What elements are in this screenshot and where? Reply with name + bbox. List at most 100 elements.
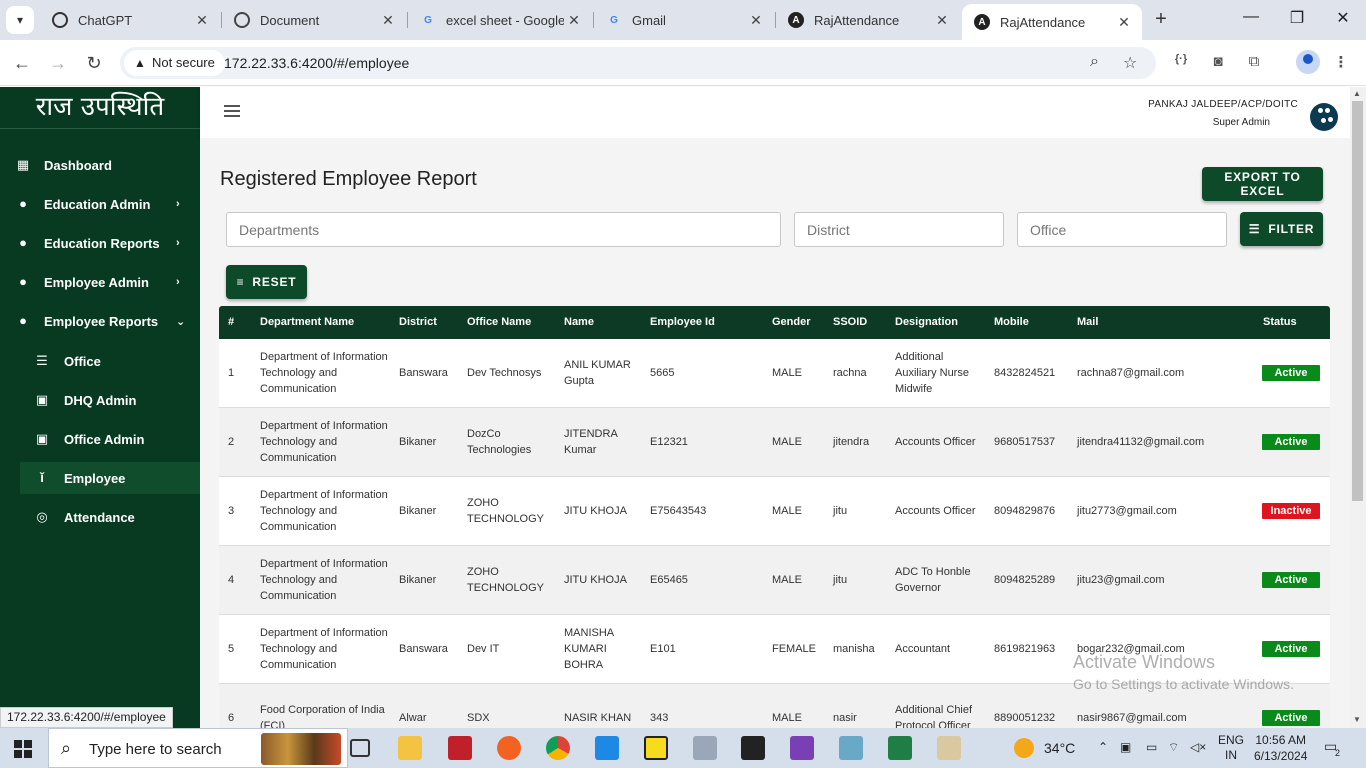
status-badge[interactable]: Active [1262, 710, 1320, 726]
page-scrollbar[interactable]: ▲ ▼ [1350, 87, 1366, 728]
chrome-icon[interactable] [546, 736, 570, 760]
paint-brush-icon[interactable] [937, 736, 961, 760]
database-app-icon[interactable] [839, 736, 863, 760]
scroll-down-icon[interactable]: ▼ [1353, 715, 1361, 724]
sidebar-item-employee-admin[interactable]: ● Employee Admin › [0, 266, 200, 298]
close-tab-icon[interactable]: ✕ [564, 12, 584, 29]
col-mail[interactable]: Mail [1077, 316, 1098, 328]
status-badge[interactable]: Active [1262, 572, 1320, 588]
col-status[interactable]: Status [1263, 316, 1297, 328]
file-explorer-icon[interactable] [398, 736, 422, 760]
restore-button[interactable]: ❐ [1282, 8, 1312, 28]
col-department[interactable]: Department Name [260, 316, 354, 328]
new-tab-button[interactable]: + [1150, 8, 1172, 30]
close-tab-icon[interactable]: ✕ [1114, 14, 1134, 31]
tab-search-button[interactable]: ▾ [6, 6, 34, 34]
sidebar-item-dashboard[interactable]: ▦ Dashboard [0, 149, 200, 181]
export-to-excel-button[interactable]: EXPORT TO EXCEL [1202, 167, 1323, 201]
camera-icon[interactable]: ◙ [1207, 53, 1229, 70]
reset-button[interactable]: ≡ RESET [226, 265, 307, 299]
profile-avatar[interactable] [1296, 50, 1320, 74]
table-row[interactable]: 5 Department of Information Technology an… [219, 615, 1330, 684]
browser-tab-excel-sheet[interactable]: G excel sheet - Google ✕ [408, 4, 592, 36]
col-ssoid[interactable]: SSOID [833, 316, 867, 328]
col-name[interactable]: Name [564, 316, 594, 328]
col-employee-id[interactable]: Employee Id [650, 316, 715, 328]
col-mobile[interactable]: Mobile [994, 316, 1029, 328]
departments-input[interactable] [226, 212, 781, 247]
browser-tab-rajattendance-active[interactable]: A RajAttendance ✕ [962, 4, 1142, 40]
language-indicator[interactable]: ENG IN [1218, 733, 1244, 763]
excel-icon[interactable] [888, 736, 912, 760]
browser-tab-chatgpt[interactable]: ChatGPT ✕ [40, 4, 220, 36]
hamburger-menu-icon[interactable] [224, 105, 240, 117]
windows-start-icon[interactable] [14, 740, 32, 758]
close-tab-icon[interactable]: ✕ [746, 12, 766, 29]
back-button[interactable]: ← [11, 52, 33, 74]
scroll-up-icon[interactable]: ▲ [1353, 89, 1361, 98]
col-index[interactable]: # [228, 316, 234, 328]
reload-button[interactable]: ↻ [83, 52, 105, 74]
vscode-icon[interactable] [595, 736, 619, 760]
close-tab-icon[interactable]: ✕ [378, 12, 398, 29]
extensions-puzzle-icon[interactable]: ⧉ [1243, 53, 1265, 70]
zoom-icon[interactable]: ⌕ [1090, 53, 1099, 71]
wifi-icon[interactable]: ⌔ [1168, 740, 1179, 755]
sidebar-item-office-admin[interactable]: ▣ Office Admin [0, 423, 200, 455]
address-bar[interactable]: Not secure 172.22.33.6:4200/#/employee ⌕… [120, 47, 1156, 79]
close-tab-icon[interactable]: ✕ [932, 12, 952, 29]
minimize-button[interactable]: — [1236, 8, 1266, 26]
app-brand[interactable]: राज उपस्थिति [0, 87, 200, 129]
col-office[interactable]: Office Name [467, 316, 531, 328]
sidebar-item-employee[interactable]: ǐ Employee [20, 462, 200, 494]
sidebar-item-attendance[interactable]: ◎ Attendance [0, 501, 200, 533]
col-district[interactable]: District [399, 316, 437, 328]
status-badge[interactable]: Active [1262, 365, 1320, 381]
user-avatar-icon[interactable] [1310, 103, 1338, 131]
task-view-icon[interactable] [350, 739, 370, 757]
scrollbar-thumb[interactable] [1352, 101, 1363, 501]
col-gender[interactable]: Gender [772, 316, 811, 328]
chevron-up-icon[interactable]: ⌃ [1098, 740, 1108, 754]
status-badge[interactable]: Inactive [1262, 503, 1320, 519]
table-row[interactable]: 1 Department of Information Technology an… [219, 339, 1330, 408]
weather-icon[interactable] [1014, 738, 1034, 758]
col-designation[interactable]: Designation [895, 316, 958, 328]
sidebar-item-education-reports[interactable]: ● Education Reports › [0, 227, 200, 259]
sidebar-item-education-admin[interactable]: ● Education Admin › [0, 188, 200, 220]
browser-tab-document[interactable]: Document ✕ [222, 4, 406, 36]
security-tray-icon[interactable]: ▣ [1120, 740, 1131, 754]
status-badge[interactable]: Active [1262, 641, 1320, 657]
menu-kebab-icon[interactable]: ⋮ [1330, 53, 1352, 71]
forward-button[interactable]: → [47, 52, 69, 74]
table-row[interactable]: 2 Department of Information Technology an… [219, 408, 1330, 477]
close-window-button[interactable]: ✕ [1328, 8, 1358, 28]
filter-button[interactable]: ☰ FILTER [1240, 212, 1323, 246]
system-clock[interactable]: 10:56 AM 6/13/2024 [1254, 732, 1307, 764]
battery-icon[interactable]: ▭ [1146, 740, 1157, 754]
office-input[interactable] [1017, 212, 1227, 247]
paint-app-icon[interactable] [448, 736, 472, 760]
terminal-icon[interactable] [741, 736, 765, 760]
bookmark-star-icon[interactable]: ☆ [1123, 53, 1137, 73]
sticky-notes-icon[interactable] [644, 736, 668, 760]
sidebar-item-office[interactable]: ☰ Office [0, 345, 200, 377]
status-badge[interactable]: Active [1262, 434, 1320, 450]
sidebar-item-dhq-admin[interactable]: ▣ DHQ Admin [0, 384, 200, 416]
extension-json-icon[interactable]: {·} [1170, 53, 1192, 65]
visual-studio-icon[interactable] [790, 736, 814, 760]
district-input[interactable] [794, 212, 1004, 247]
network-app-icon[interactable] [693, 736, 717, 760]
url-text[interactable]: 172.22.33.6:4200/#/employee [224, 55, 409, 71]
close-tab-icon[interactable]: ✕ [192, 12, 212, 29]
volume-muted-icon[interactable]: ◁× [1190, 740, 1206, 754]
sidebar-item-employee-reports[interactable]: ● Employee Reports ⌄ [0, 305, 200, 337]
weather-temp[interactable]: 34°C [1044, 740, 1075, 756]
table-row[interactable]: 3 Department of Information Technology an… [219, 477, 1330, 546]
postman-icon[interactable] [497, 736, 521, 760]
browser-tab-gmail[interactable]: G Gmail ✕ [594, 4, 774, 36]
browser-tab-rajattendance[interactable]: A RajAttendance ✕ [776, 4, 960, 36]
taskbar-search[interactable]: ⌕ Type here to search [48, 728, 348, 768]
not-secure-badge[interactable]: Not secure [124, 50, 225, 76]
table-row[interactable]: 4 Department of Information Technology an… [219, 546, 1330, 615]
